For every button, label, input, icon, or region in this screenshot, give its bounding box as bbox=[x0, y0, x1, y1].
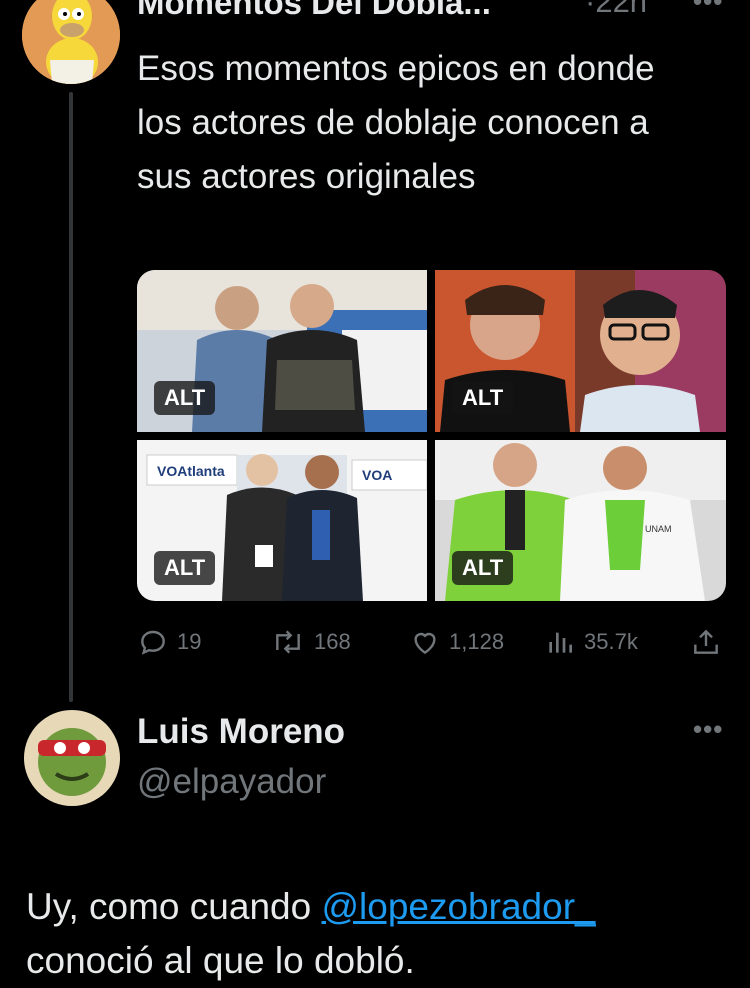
tweet-timestamp[interactable]: ·22h bbox=[585, 0, 647, 20]
reply-count: 19 bbox=[177, 629, 202, 654]
retweet-icon bbox=[276, 630, 300, 654]
reply-author-avatar[interactable] bbox=[24, 710, 120, 806]
reply-button[interactable]: 19 bbox=[137, 626, 201, 658]
original-author-name[interactable]: Momentos Del Dobla... bbox=[137, 0, 491, 22]
reply-author-handle[interactable]: @elpayador bbox=[137, 762, 326, 802]
homer-avatar-icon bbox=[22, 0, 120, 84]
original-author-avatar[interactable] bbox=[22, 0, 120, 84]
alt-text-badge[interactable]: ALT bbox=[452, 551, 514, 585]
media-photo-1[interactable]: ALT bbox=[137, 270, 427, 432]
reply-text-before: Uy, como cuando bbox=[26, 886, 322, 927]
share-icon bbox=[694, 629, 718, 654]
heart-icon bbox=[414, 632, 436, 655]
time-label: 22h bbox=[595, 0, 648, 19]
alt-text-badge[interactable]: ALT bbox=[154, 381, 216, 415]
reply-icon bbox=[141, 630, 165, 655]
retweet-count: 168 bbox=[314, 629, 351, 654]
media-grid: ALT ALT VOAtlanta VOA ALT UNAM ALT bbox=[137, 270, 726, 601]
ellipsis-icon: ••• bbox=[693, 0, 724, 16]
alt-text-badge[interactable]: ALT bbox=[154, 551, 216, 585]
separator-dot: · bbox=[585, 0, 596, 19]
retweet-button[interactable]: 168 bbox=[270, 626, 351, 658]
svg-text:UNAM: UNAM bbox=[645, 524, 672, 534]
ellipsis-icon: ••• bbox=[693, 714, 724, 744]
turtle-avatar-icon bbox=[24, 710, 120, 806]
more-options-button[interactable]: ••• bbox=[693, 714, 723, 745]
reply-author-name[interactable]: Luis Moreno bbox=[137, 712, 345, 752]
views-count: 35.7k bbox=[584, 629, 638, 654]
reply-text: Uy, como cuando @lopezobrador_ conoció a… bbox=[26, 880, 726, 988]
media-photo-4[interactable]: UNAM ALT bbox=[435, 440, 726, 601]
media-photo-2[interactable]: ALT bbox=[435, 270, 726, 432]
tweet-action-bar: 19 168 1,128 35.7k bbox=[137, 626, 727, 660]
share-button[interactable] bbox=[690, 626, 722, 658]
like-count: 1,128 bbox=[449, 629, 505, 654]
more-options-button[interactable]: ••• bbox=[693, 0, 723, 17]
media-photo-3[interactable]: VOAtlanta VOA ALT bbox=[137, 440, 427, 601]
svg-text:VOA: VOA bbox=[362, 467, 392, 483]
views-chart-icon bbox=[549, 632, 572, 653]
reply-text-after: conoció al que lo dobló. bbox=[26, 940, 415, 981]
tweet-text: Esos momentos epicos en donde los actore… bbox=[137, 49, 655, 196]
views-button[interactable]: 35.7k bbox=[544, 626, 638, 658]
thread-connector-line bbox=[69, 92, 73, 702]
mention-link[interactable]: @lopezobrador_ bbox=[321, 886, 595, 927]
like-button[interactable]: 1,128 bbox=[409, 626, 504, 658]
alt-text-badge[interactable]: ALT bbox=[452, 381, 514, 415]
svg-text:VOAtlanta: VOAtlanta bbox=[157, 463, 225, 479]
